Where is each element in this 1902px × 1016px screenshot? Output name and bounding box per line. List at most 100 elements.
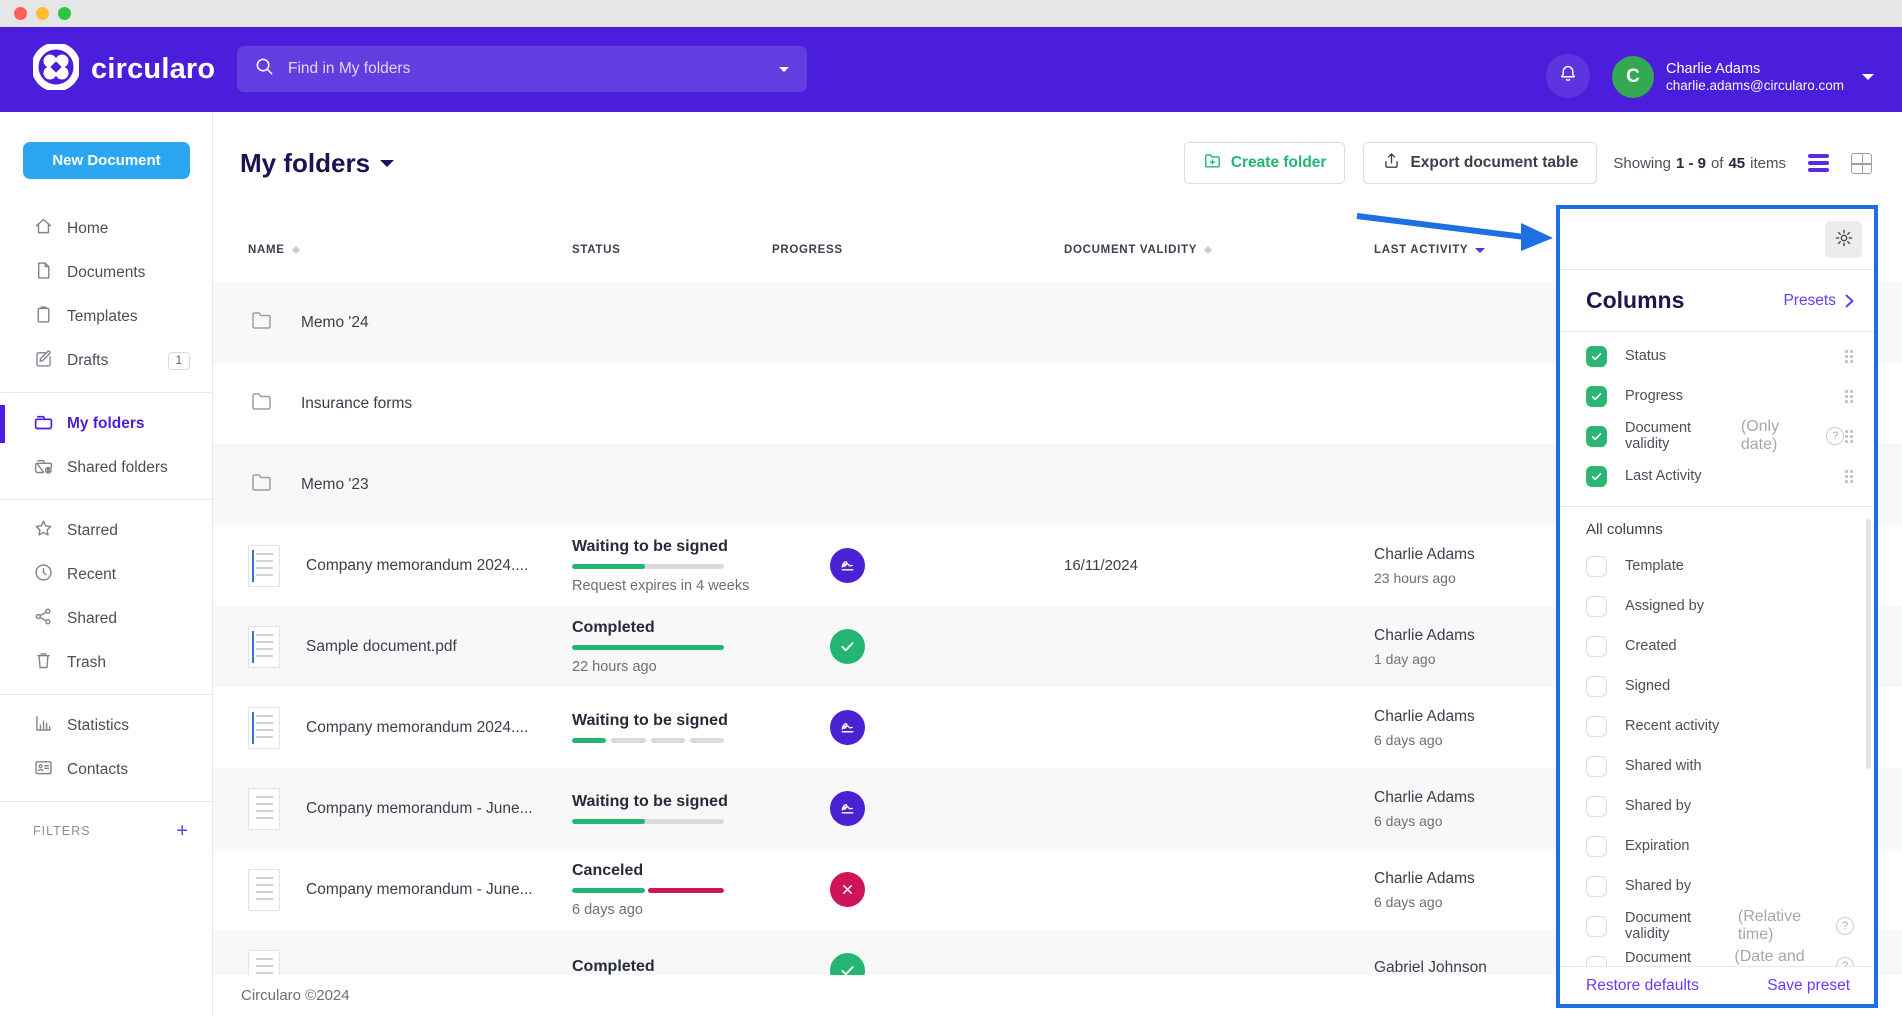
column-toggle-expiration[interactable]: Expiration xyxy=(1560,826,1874,866)
column-toggle-last-activity[interactable]: Last Activity xyxy=(1560,456,1874,496)
drag-handle[interactable] xyxy=(1844,429,1854,444)
checkbox-checked-icon[interactable] xyxy=(1586,466,1607,487)
minimize-window-button[interactable] xyxy=(36,7,49,20)
filters-label: FILTERS xyxy=(33,824,90,838)
bar-chart-icon xyxy=(33,713,54,739)
user-email: charlie.adams@circularo.com xyxy=(1666,78,1844,95)
sidebar-item-my-folders[interactable]: My folders xyxy=(0,402,212,446)
circularo-logo[interactable]: circularo xyxy=(33,44,209,95)
checkbox-checked-icon[interactable] xyxy=(1586,426,1607,447)
folder-row-icon xyxy=(248,308,275,337)
sort-icon xyxy=(292,242,300,258)
close-window-button[interactable] xyxy=(14,7,27,20)
checkbox-unchecked[interactable] xyxy=(1586,556,1607,577)
add-filter-button[interactable]: + xyxy=(176,821,188,841)
column-toggle-document-validity-relative-time[interactable]: Document validity(Relative time)? xyxy=(1560,906,1874,946)
checkbox-unchecked[interactable] xyxy=(1586,916,1607,937)
sidebar-item-starred[interactable]: Starred xyxy=(0,509,212,553)
checkbox-unchecked[interactable] xyxy=(1586,716,1607,737)
user-menu-chevron-icon xyxy=(1862,74,1874,86)
folder-plus-icon xyxy=(1203,151,1222,175)
column-toggle-assigned-by[interactable]: Assigned by xyxy=(1560,586,1874,626)
sidebar-item-shared-folders[interactable]: Shared folders xyxy=(0,446,212,490)
content-toolbar: My folders Create folder Export document… xyxy=(213,135,1902,191)
column-header-document-validity[interactable]: DOCUMENT VALIDITY xyxy=(922,242,1262,258)
column-toggle-template[interactable]: Template xyxy=(1560,546,1874,586)
column-header-status[interactable]: STATUS xyxy=(572,244,772,256)
panel-scrollbar[interactable] xyxy=(1866,519,1871,769)
save-preset-link[interactable]: Save preset xyxy=(1767,977,1850,995)
completed-badge-icon xyxy=(830,953,865,975)
row-name: Company memorandum - June... xyxy=(306,881,533,899)
checkbox-unchecked[interactable] xyxy=(1586,596,1607,617)
star-icon xyxy=(33,518,54,544)
bell-icon xyxy=(1557,63,1579,90)
sidebar-item-shared[interactable]: Shared xyxy=(0,597,212,641)
column-header-progress[interactable]: PROGRESS xyxy=(772,244,922,256)
column-toggle-created[interactable]: Created xyxy=(1560,626,1874,666)
sidebar-item-templates[interactable]: Templates xyxy=(0,295,212,339)
drag-handle[interactable] xyxy=(1844,469,1854,484)
sidebar-item-contacts[interactable]: Contacts xyxy=(0,748,212,792)
sidebar-divider xyxy=(0,499,212,500)
canceled-badge-icon xyxy=(830,872,865,907)
notifications-button[interactable] xyxy=(1546,54,1590,98)
help-icon[interactable]: ? xyxy=(1826,427,1844,445)
sidebar-item-statistics[interactable]: Statistics xyxy=(0,704,212,748)
sidebar-item-trash[interactable]: Trash xyxy=(0,641,212,685)
column-toggle-status[interactable]: Status xyxy=(1560,336,1874,376)
drag-handle[interactable] xyxy=(1844,389,1854,404)
column-toggle-recent-activity[interactable]: Recent activity xyxy=(1560,706,1874,746)
column-header-name[interactable]: NAME xyxy=(248,242,572,258)
column-toggle-document-validity-only-date[interactable]: Document validity (Only date) ? xyxy=(1560,416,1874,456)
new-document-button[interactable]: New Document xyxy=(23,142,190,179)
checkbox-unchecked[interactable] xyxy=(1586,876,1607,897)
checkbox-unchecked[interactable] xyxy=(1586,836,1607,857)
progress-bar-canceled xyxy=(572,888,724,893)
checkbox-checked-icon[interactable] xyxy=(1586,386,1607,407)
presets-link[interactable]: Presets xyxy=(1783,292,1854,310)
restore-defaults-link[interactable]: Restore defaults xyxy=(1586,977,1699,995)
row-name: Memo '24 xyxy=(301,314,369,332)
shared-folder-icon xyxy=(33,455,54,481)
user-menu[interactable]: C Charlie Adams charlie.adams@circularo.… xyxy=(1612,56,1874,98)
circularo-logo-icon xyxy=(33,44,79,95)
row-name: Sample document.pdf xyxy=(306,638,457,656)
gear-icon xyxy=(1834,228,1854,251)
checkbox-unchecked[interactable] xyxy=(1586,636,1607,657)
sidebar-item-documents[interactable]: Documents xyxy=(0,251,212,295)
search-input[interactable] xyxy=(288,60,779,78)
row-status: Waiting to be signed xyxy=(572,712,772,730)
column-toggle-shared-with[interactable]: Shared with xyxy=(1560,746,1874,786)
drafts-count-badge: 1 xyxy=(168,352,190,370)
row-substatus: Request expires in 4 weeks xyxy=(572,578,772,594)
checkbox-unchecked[interactable] xyxy=(1586,756,1607,777)
checkbox-unchecked[interactable] xyxy=(1586,676,1607,697)
sidebar-item-recent[interactable]: Recent xyxy=(0,553,212,597)
column-settings-button[interactable] xyxy=(1825,221,1862,258)
sidebar-divider xyxy=(0,694,212,695)
export-document-table-button[interactable]: Export document table xyxy=(1363,142,1597,184)
checkbox-unchecked[interactable] xyxy=(1586,796,1607,817)
list-view-toggle[interactable] xyxy=(1808,154,1829,172)
create-folder-button[interactable]: Create folder xyxy=(1184,142,1346,184)
grid-view-toggle[interactable] xyxy=(1851,153,1872,174)
column-toggle-signed[interactable]: Signed xyxy=(1560,666,1874,706)
checkbox-checked-icon[interactable] xyxy=(1586,346,1607,367)
trash-icon xyxy=(33,650,54,676)
column-toggle-shared-by[interactable]: Shared by xyxy=(1560,786,1874,826)
sidebar-item-drafts[interactable]: Drafts 1 xyxy=(0,339,212,383)
global-search[interactable] xyxy=(237,46,807,92)
folder-icon xyxy=(33,411,54,437)
user-name: Charlie Adams xyxy=(1666,60,1844,78)
page-title[interactable]: My folders xyxy=(240,148,394,179)
search-scope-chevron-icon[interactable] xyxy=(779,67,789,77)
drag-handle[interactable] xyxy=(1844,349,1854,364)
sidebar-item-home[interactable]: Home xyxy=(0,207,212,251)
zoom-window-button[interactable] xyxy=(58,7,71,20)
row-name: Company memorandum 2024.... xyxy=(306,719,528,737)
filters-section: FILTERS + xyxy=(0,811,212,851)
column-toggle-progress[interactable]: Progress xyxy=(1560,376,1874,416)
help-icon[interactable]: ? xyxy=(1836,917,1854,935)
column-toggle-shared-by-2[interactable]: Shared by xyxy=(1560,866,1874,906)
